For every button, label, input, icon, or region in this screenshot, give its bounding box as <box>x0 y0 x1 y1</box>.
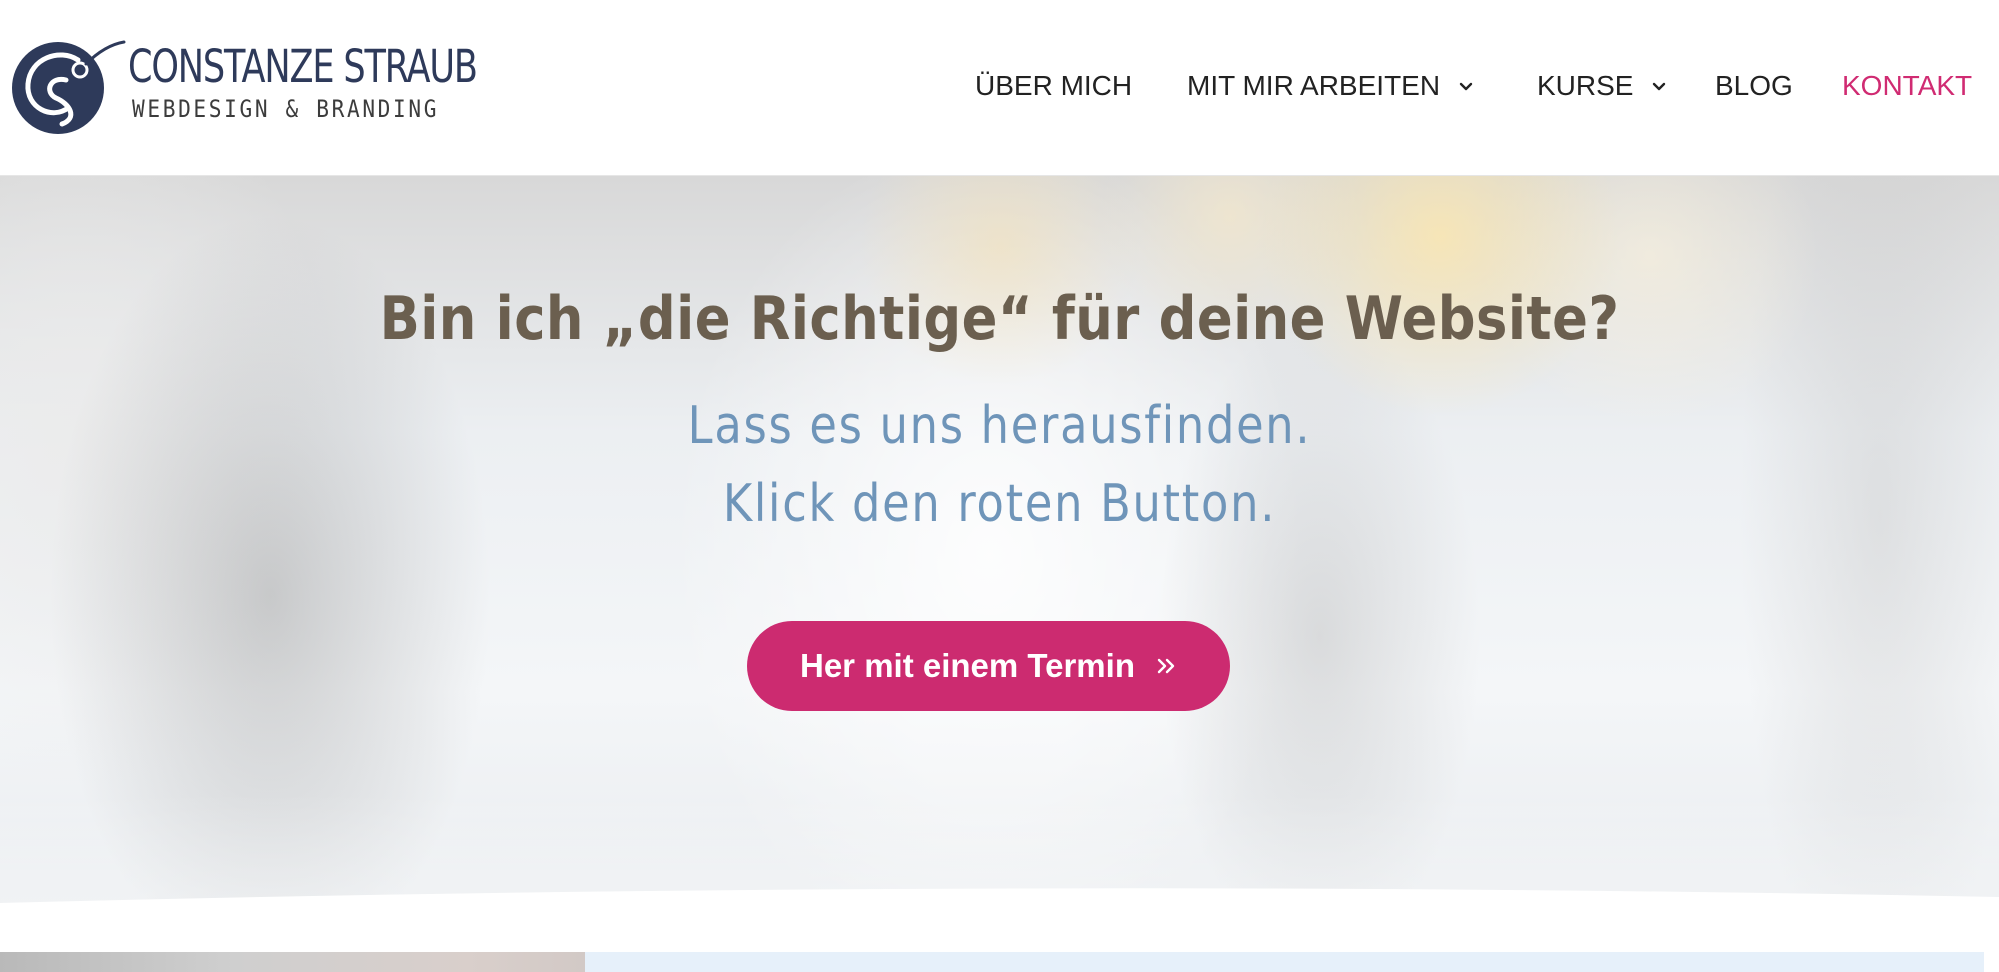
chevron-down-icon <box>1653 82 1666 91</box>
nav-item-kontakt[interactable]: KONTAKT <box>1842 64 1972 108</box>
nav-item-label: ÜBER MICH <box>975 70 1133 101</box>
nav-item-blog[interactable]: BLOG <box>1715 64 1793 108</box>
nav-item-label: MIT MIR ARBEITEN <box>1187 70 1441 101</box>
site-header: CONSTANZE STRAUB WEBDESIGN & BRANDING ÜB… <box>0 0 1999 176</box>
double-chevron-right-icon <box>1157 658 1175 674</box>
next-section-panel <box>585 952 1984 972</box>
hero-title: Bin ich „die Richtige“ für deine Website… <box>379 284 1620 354</box>
nav-item-label: KONTAKT <box>1842 70 1973 101</box>
nav-item-mit-mir-arbeiten[interactable]: MIT MIR ARBEITEN <box>1187 64 1476 108</box>
hero-subtitle-line2: Klick den roten Button. <box>722 474 1277 534</box>
cta-label: Her mit einem Termin <box>800 647 1135 684</box>
hero-section: Bin ich „die Richtige“ für deine Website… <box>0 176 1999 912</box>
nav-item-kurse[interactable]: KURSE <box>1537 64 1669 108</box>
hero-subtitle-line1: Lass es uns herausfinden. <box>687 396 1312 456</box>
nav-item-label: BLOG <box>1715 70 1793 101</box>
main-nav: ÜBER MICH MIT MIR ARBEITEN KURSE BLOG KO… <box>0 64 1999 108</box>
hero-bottom-divider <box>0 888 1999 912</box>
next-section <box>0 912 1999 972</box>
nav-item-ueber-mich[interactable]: ÜBER MICH <box>975 64 1132 108</box>
nav-item-label: KURSE <box>1537 70 1634 101</box>
chevron-down-icon <box>1459 82 1473 91</box>
book-appointment-button[interactable]: Her mit einem Termin <box>747 621 1230 711</box>
next-section-image <box>0 952 585 972</box>
